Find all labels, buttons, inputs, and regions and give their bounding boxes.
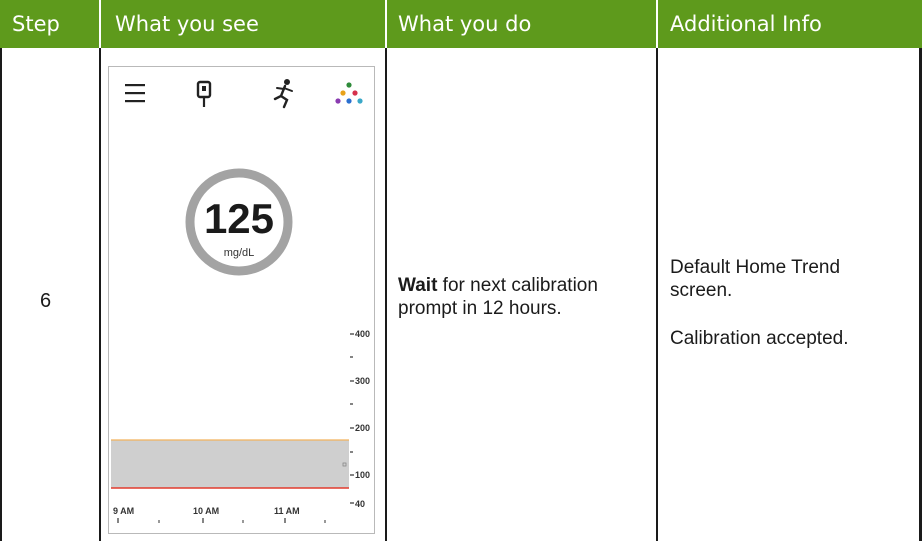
glucose-value: 125 — [204, 195, 274, 242]
table-left-border — [0, 48, 2, 541]
x-tick-10am: 10 AM — [193, 506, 219, 516]
column-divider-2 — [385, 48, 387, 541]
y-tick-40: 40 — [355, 499, 365, 509]
dots-cluster-icon[interactable] — [335, 82, 363, 104]
header-what-you-see-label: What you see — [115, 12, 259, 36]
column-divider-1 — [99, 48, 101, 541]
header-what-you-do-label: What you do — [398, 12, 532, 36]
header-additional-info: Additional Info — [658, 0, 922, 48]
info-line-2: Calibration accepted. — [670, 328, 849, 349]
app-screenshot: 125 mg/dL 400 300 200 100 40 9 AM 10 AM — [108, 66, 375, 534]
header-step-label: Step — [12, 12, 60, 36]
y-tick-400: 400 — [355, 329, 370, 339]
blood-drop-meter-icon[interactable] — [196, 80, 212, 107]
menu-icon[interactable] — [125, 84, 145, 103]
header-what-you-see: What you see — [101, 0, 385, 48]
x-tick-9am: 9 AM — [113, 506, 134, 516]
glucose-unit: mg/dL — [224, 247, 255, 259]
running-person-icon[interactable] — [273, 79, 293, 109]
target-range-band — [111, 440, 349, 488]
y-tick-200: 200 — [355, 423, 370, 433]
column-divider-3 — [656, 48, 658, 541]
y-tick-300: 300 — [355, 376, 370, 386]
app-screen-svg: 125 mg/dL 400 300 200 100 40 9 AM 10 AM — [111, 79, 370, 523]
x-tick-11am: 11 AM — [274, 506, 300, 516]
action-text: Wait for next calibration prompt in 12 h… — [398, 274, 648, 320]
info-line-1: Default Home Trend screen. — [670, 257, 841, 301]
action-bold: Wait — [398, 275, 438, 296]
y-tick-100: 100 — [355, 470, 370, 480]
header-step: Step — [0, 0, 99, 48]
step-number: 6 — [40, 290, 52, 312]
header-additional-info-label: Additional Info — [670, 12, 822, 36]
header-what-you-do: What you do — [387, 0, 656, 48]
